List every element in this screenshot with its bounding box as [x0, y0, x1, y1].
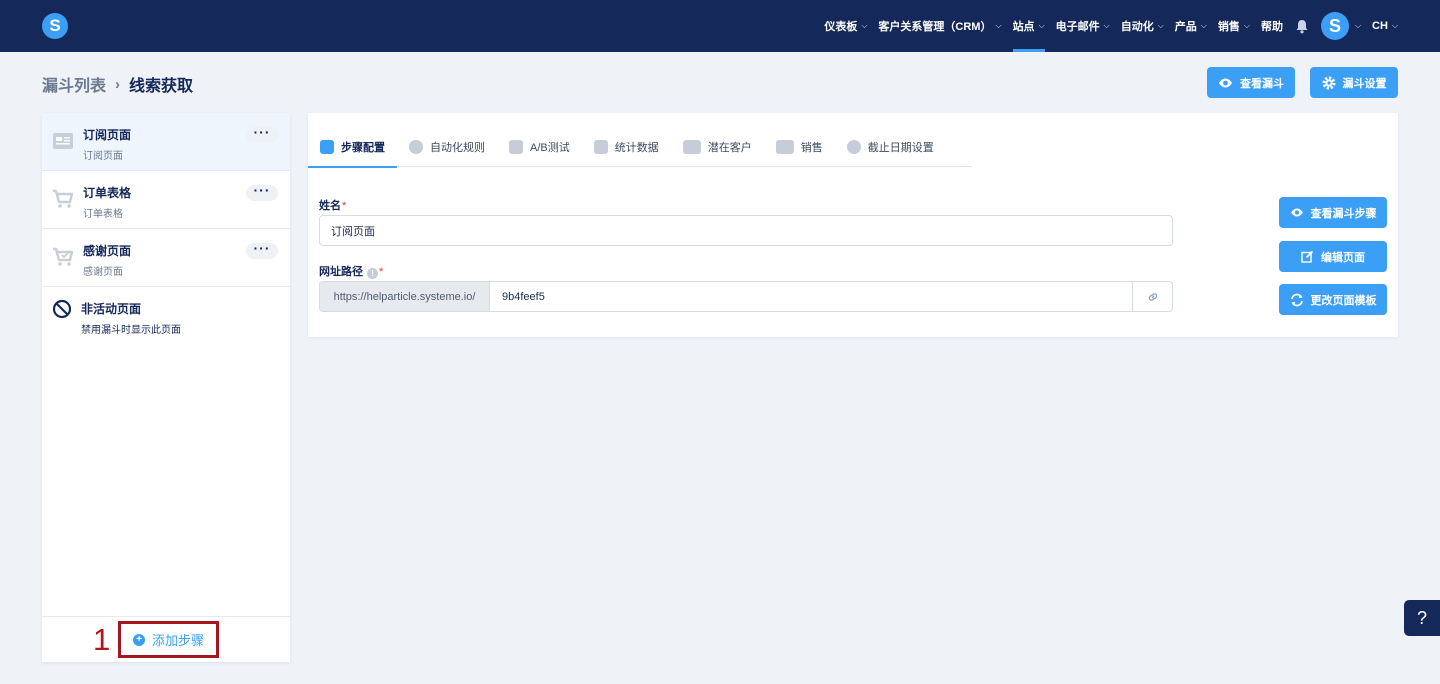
change-template-button[interactable]: 更改页面模板 — [1279, 284, 1387, 315]
chevron-down-icon: ⌵ — [1200, 21, 1207, 30]
chevron-down-icon: ⌵ — [1354, 21, 1362, 30]
more-options-icon[interactable]: ··· — [246, 183, 278, 201]
refresh-icon — [1290, 293, 1303, 306]
chevron-down-icon: ⌵ — [1103, 21, 1110, 30]
nav-help[interactable]: 帮助 — [1261, 0, 1283, 52]
view-funnel-button[interactable]: 查看漏斗 — [1207, 67, 1295, 98]
annotation-number: 1 — [93, 622, 111, 657]
name-input[interactable] — [319, 215, 1173, 246]
tab-leads[interactable]: 潜在客户 — [671, 126, 764, 167]
required-mark: * — [342, 200, 347, 212]
more-options-icon[interactable]: ··· — [246, 241, 278, 259]
funnel-step-item[interactable]: 订单表格 订单表格 ··· — [42, 171, 290, 229]
chevron-down-icon: ⌵ — [1243, 21, 1250, 30]
edit-icon — [1301, 250, 1314, 263]
page-title: 线索获取 — [129, 78, 194, 95]
tab-sales[interactable]: 销售 — [764, 126, 835, 167]
nav-sales[interactable]: 销售 ⌵ — [1218, 0, 1250, 52]
step-config-panel: 步骤配置 自动化规则 A/B测试 统计数据 潜在客户 销售 截止日期设置 姓名*… — [308, 113, 1398, 337]
breadcrumb: 漏斗列表 › 线索获取 — [42, 72, 193, 96]
step-subtitle: 订阅页面 — [83, 151, 123, 162]
funnel-settings-button[interactable]: 漏斗设置 — [1310, 67, 1398, 98]
url-path-input[interactable] — [490, 282, 1132, 311]
gear-icon — [1322, 76, 1335, 89]
bolt-icon — [409, 139, 423, 154]
user-avatar[interactable]: S — [1320, 12, 1349, 40]
help-button[interactable]: ? — [1404, 600, 1440, 636]
nav-crm[interactable]: 客户关系管理（CRM） ⌵ — [878, 0, 1001, 52]
name-label: 姓名* — [319, 200, 347, 212]
chevron-down-icon: ⌵ — [861, 21, 868, 30]
breadcrumb-separator: › — [115, 75, 121, 93]
language-select[interactable]: CH ⌵ — [1372, 0, 1398, 52]
required-mark: * — [379, 266, 384, 278]
chevron-down-icon: ⌵ — [995, 21, 1002, 30]
nav-products[interactable]: 产品 ⌵ — [1175, 0, 1207, 52]
tab-step-config[interactable]: 步骤配置 — [308, 126, 397, 168]
systeme-logo[interactable]: S — [42, 13, 68, 39]
cart-icon — [53, 189, 74, 208]
nav-automation[interactable]: 自动化 ⌵ — [1121, 0, 1164, 52]
tab-statistics[interactable]: 统计数据 — [582, 126, 671, 167]
url-path-label: 网址路径! * — [319, 266, 384, 279]
chevron-down-icon: ⌵ — [1391, 21, 1398, 30]
bar-chart-icon — [593, 139, 608, 154]
top-navbar: S 仪表板 ⌵ 客户关系管理（CRM） ⌵ 站点 ⌵ 电子邮件 ⌵ 自动化 ⌵ 产品 ⌵ 销… — [0, 0, 1440, 52]
ban-icon — [52, 299, 72, 319]
eye-icon — [1219, 78, 1232, 87]
chevron-down-icon: ⌵ — [1157, 21, 1164, 30]
step-subtitle: 订单表格 — [83, 209, 123, 220]
nav-sites[interactable]: 站点 ⌵ — [1012, 0, 1045, 52]
eye-icon — [1290, 208, 1303, 217]
funnel-steps-panel: 订阅页面 订阅页面 ··· 订单表格 订单表格 ··· 感谢页面 感谢页面 ··… — [42, 113, 290, 662]
plus-circle-icon: + — [132, 633, 145, 646]
link-icon[interactable] — [1132, 282, 1172, 311]
users-icon — [682, 139, 701, 154]
info-icon[interactable]: ! — [367, 268, 378, 279]
inactive-pages-title: 非活动页面 — [81, 302, 142, 316]
avatar-menu-toggle[interactable]: ⌵ — [1355, 0, 1361, 52]
bell-icon[interactable] — [1295, 19, 1309, 33]
page-layout-icon — [53, 133, 73, 149]
url-path-field: https://helparticle.systeme.io/ — [319, 281, 1173, 312]
main-nav: 仪表板 ⌵ 客户关系管理（CRM） ⌵ 站点 ⌵ 电子邮件 ⌵ 自动化 ⌵ 产品 ⌵ 销售 ⌵… — [813, 0, 1398, 52]
step-subtitle: 感谢页面 — [83, 267, 123, 278]
inactive-pages-subtitle: 禁用漏斗时显示此页面 — [81, 325, 181, 336]
nav-dashboard[interactable]: 仪表板 ⌵ — [824, 0, 867, 52]
sliders-icon — [320, 139, 334, 154]
nav-email[interactable]: 电子邮件 ⌵ — [1056, 0, 1110, 52]
split-icon — [509, 139, 523, 154]
cart-check-icon — [53, 247, 74, 266]
funnel-step-item[interactable]: 订阅页面 订阅页面 ··· — [42, 113, 290, 171]
clock-icon — [846, 139, 861, 154]
breadcrumb-funnel-list[interactable]: 漏斗列表 — [42, 72, 106, 96]
chevron-down-icon: ⌵ — [1038, 21, 1045, 30]
left-panel-footer: 1 + 添加步骤 — [42, 616, 290, 662]
view-funnel-step-button[interactable]: 查看漏斗步骤 — [1279, 197, 1387, 228]
step-tabs: 步骤配置 自动化规则 A/B测试 统计数据 潜在客户 销售 截止日期设置 — [308, 126, 972, 168]
url-prefix: https://helparticle.systeme.io/ — [320, 282, 490, 311]
tab-ab-test[interactable]: A/B测试 — [497, 126, 582, 167]
edit-page-button[interactable]: 编辑页面 — [1279, 241, 1387, 272]
more-options-icon[interactable]: ··· — [246, 125, 278, 143]
tab-deadline-settings[interactable]: 截止日期设置 — [835, 126, 946, 167]
funnel-step-item[interactable]: 感谢页面 感谢页面 ··· — [42, 229, 290, 287]
tab-automation-rules[interactable]: 自动化规则 — [397, 126, 497, 167]
add-step-button[interactable]: + 添加步骤 — [118, 621, 219, 658]
inactive-pages-item[interactable]: 非活动页面 禁用漏斗时显示此页面 — [42, 287, 290, 345]
dollar-icon — [775, 139, 794, 154]
